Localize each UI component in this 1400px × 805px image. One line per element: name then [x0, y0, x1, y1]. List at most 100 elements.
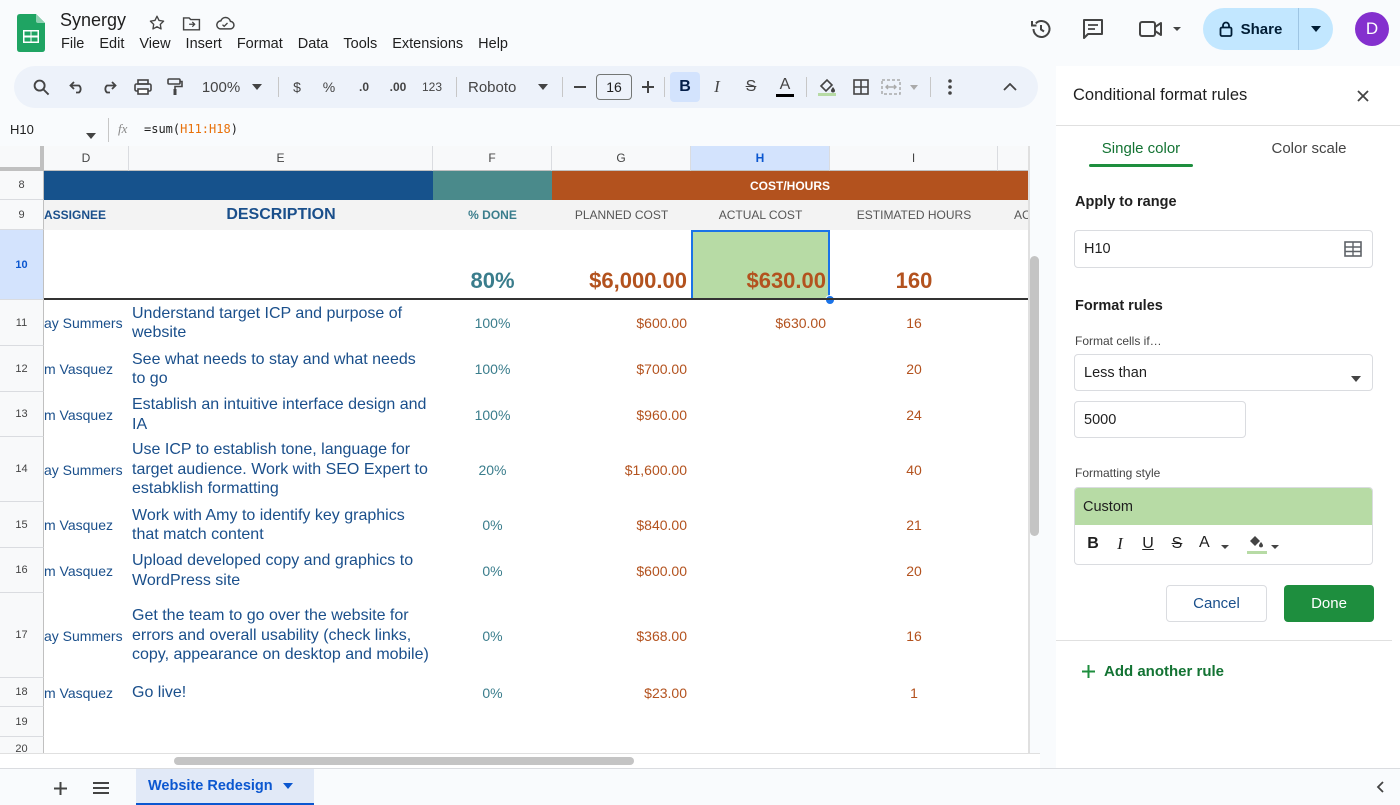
cell-planned-cost[interactable]: $23.00 — [552, 678, 691, 707]
cell-actual-cost[interactable] — [691, 502, 830, 548]
font-family-select[interactable]: Roboto — [468, 66, 528, 108]
row-header-11[interactable]: 11 — [0, 300, 44, 346]
header-assignee[interactable]: ASSIGNEE — [44, 200, 129, 230]
increase-font-size-icon[interactable] — [638, 66, 658, 108]
selected-cell-actual-total[interactable]: $630.00 — [691, 230, 830, 300]
cell-assignee[interactable]: m Vasquez — [44, 678, 129, 707]
cell-actual-cost[interactable] — [691, 346, 830, 392]
formula-input[interactable]: =sum(H11:H18) — [144, 122, 238, 136]
cell-description[interactable]: Upload developed copy and graphics to Wo… — [129, 548, 433, 593]
all-sheets-icon[interactable] — [91, 778, 111, 798]
name-box-dropdown-icon[interactable] — [86, 126, 96, 144]
range-input[interactable]: H10 — [1074, 230, 1373, 268]
cell-actual-cost[interactable] — [691, 548, 830, 593]
row-header-14[interactable]: 14 — [0, 437, 44, 502]
row-header-20[interactable]: 20 — [0, 737, 44, 753]
cell-planned-cost[interactable]: $368.00 — [552, 593, 691, 678]
row-header-18[interactable]: 18 — [0, 678, 44, 707]
style-italic-button[interactable]: I — [1112, 534, 1128, 554]
row-header-9[interactable]: 9 — [0, 200, 44, 230]
header-description[interactable]: DESCRIPTION — [129, 200, 433, 230]
menu-format[interactable]: Format — [237, 36, 283, 52]
more-formats-button[interactable]: 123 — [418, 66, 446, 108]
cell-assignee[interactable]: m Vasquez — [44, 502, 129, 548]
decrease-font-size-icon[interactable] — [570, 66, 590, 108]
cell-actual-cost[interactable] — [691, 593, 830, 678]
format-currency-button[interactable]: $ — [286, 66, 308, 108]
header-pct-done[interactable]: % DONE — [433, 200, 552, 230]
document-title[interactable]: Synergy — [60, 10, 126, 31]
cell-pct-done[interactable]: 0% — [433, 548, 552, 593]
version-history-icon[interactable] — [1026, 14, 1056, 44]
tab-color-scale[interactable]: Color scale — [1256, 140, 1362, 170]
cell-actual-cost[interactable] — [691, 678, 830, 707]
cell-description[interactable]: Work with Amy to identify key graphics t… — [129, 502, 433, 548]
cancel-button[interactable]: Cancel — [1166, 585, 1267, 622]
side-panel-toggle-icon[interactable] — [1372, 779, 1388, 795]
cell-estimated-hours[interactable]: 1 — [830, 678, 998, 707]
meet-video-icon[interactable] — [1134, 14, 1184, 44]
borders-icon[interactable] — [848, 66, 874, 108]
condition-select[interactable]: Less than — [1074, 354, 1373, 391]
cell-planned-cost[interactable]: $700.00 — [552, 346, 691, 392]
comments-icon[interactable] — [1078, 14, 1108, 44]
cell-pct-done[interactable]: 0% — [433, 678, 552, 707]
cell-estimated-hours[interactable]: 16 — [830, 300, 998, 346]
row-header-19[interactable]: 19 — [0, 707, 44, 737]
cell-description[interactable]: Understand target ICP and purpose of web… — [129, 300, 433, 346]
redo-icon[interactable] — [96, 66, 122, 108]
menu-data[interactable]: Data — [298, 36, 329, 52]
column-header-e[interactable]: E — [129, 146, 433, 171]
close-icon[interactable] — [1354, 87, 1372, 105]
row-header-15[interactable]: 15 — [0, 502, 44, 548]
column-header-d[interactable]: D — [44, 146, 129, 171]
column-header-f[interactable]: F — [433, 146, 552, 171]
cloud-status-icon[interactable] — [214, 12, 236, 34]
share-button[interactable]: Share — [1203, 8, 1333, 50]
select-range-icon[interactable] — [1344, 241, 1362, 257]
row-header-8[interactable]: 8 — [0, 171, 44, 200]
add-another-rule-link[interactable]: Add another rule — [1082, 663, 1224, 680]
row-header-10[interactable]: 10 — [0, 230, 44, 300]
cell-pct-done[interactable]: 0% — [433, 502, 552, 548]
cell-estimated-hours[interactable]: 20 — [830, 346, 998, 392]
menu-edit[interactable]: Edit — [99, 36, 124, 52]
cell-description[interactable]: Get the team to go over the website for … — [129, 593, 433, 678]
increase-decimal-button[interactable]: .00 — [384, 66, 412, 108]
cell-assignee[interactable]: ay Summers — [44, 593, 129, 678]
row-header-17[interactable]: 17 — [0, 593, 44, 678]
cell-estimated-hours[interactable]: 20 — [830, 548, 998, 593]
cell-planned-cost[interactable]: $840.00 — [552, 502, 691, 548]
sheets-logo-icon[interactable] — [17, 14, 45, 52]
bold-button[interactable]: B — [670, 72, 700, 102]
cell-assignee[interactable]: ay Summers — [44, 437, 129, 502]
cell-pct-done[interactable]: 20% — [433, 437, 552, 502]
cell-estimated-hours[interactable]: 21 — [830, 502, 998, 548]
zoom-value[interactable]: 100% — [200, 66, 242, 108]
text-color-button[interactable]: A — [772, 66, 798, 108]
share-main[interactable]: Share — [1203, 8, 1299, 50]
vertical-scrollbar-track[interactable] — [1030, 256, 1040, 536]
style-preview[interactable]: Custom — [1075, 488, 1372, 525]
style-underline-button[interactable]: U — [1140, 534, 1156, 554]
collapse-toolbar-icon[interactable] — [998, 66, 1022, 108]
font-dropdown-icon[interactable] — [536, 66, 550, 108]
cell-actual-cost[interactable] — [691, 392, 830, 437]
cell-estimated-hours[interactable]: 24 — [830, 392, 998, 437]
column-header-j[interactable] — [998, 146, 1030, 171]
header-planned-cost[interactable]: PLANNED COST — [552, 200, 691, 230]
cell-pct-done[interactable]: 100% — [433, 346, 552, 392]
menu-file[interactable]: File — [61, 36, 84, 52]
row-header-16[interactable]: 16 — [0, 548, 44, 593]
more-options-icon[interactable] — [938, 66, 962, 108]
total-planned-cost[interactable]: $6,000.00 — [552, 230, 691, 300]
menu-view[interactable]: View — [139, 36, 170, 52]
sheet-tab-website-redesign[interactable]: Website Redesign — [136, 769, 314, 805]
cell-actual-cost[interactable]: $630.00 — [691, 300, 830, 346]
cell-pct-done[interactable]: 100% — [433, 392, 552, 437]
total-estimated-hours[interactable]: 160 — [830, 230, 998, 300]
move-folder-icon[interactable] — [180, 12, 202, 34]
add-sheet-icon[interactable] — [50, 778, 70, 798]
paint-format-icon[interactable] — [162, 66, 188, 108]
cell-pct-done[interactable]: 100% — [433, 300, 552, 346]
